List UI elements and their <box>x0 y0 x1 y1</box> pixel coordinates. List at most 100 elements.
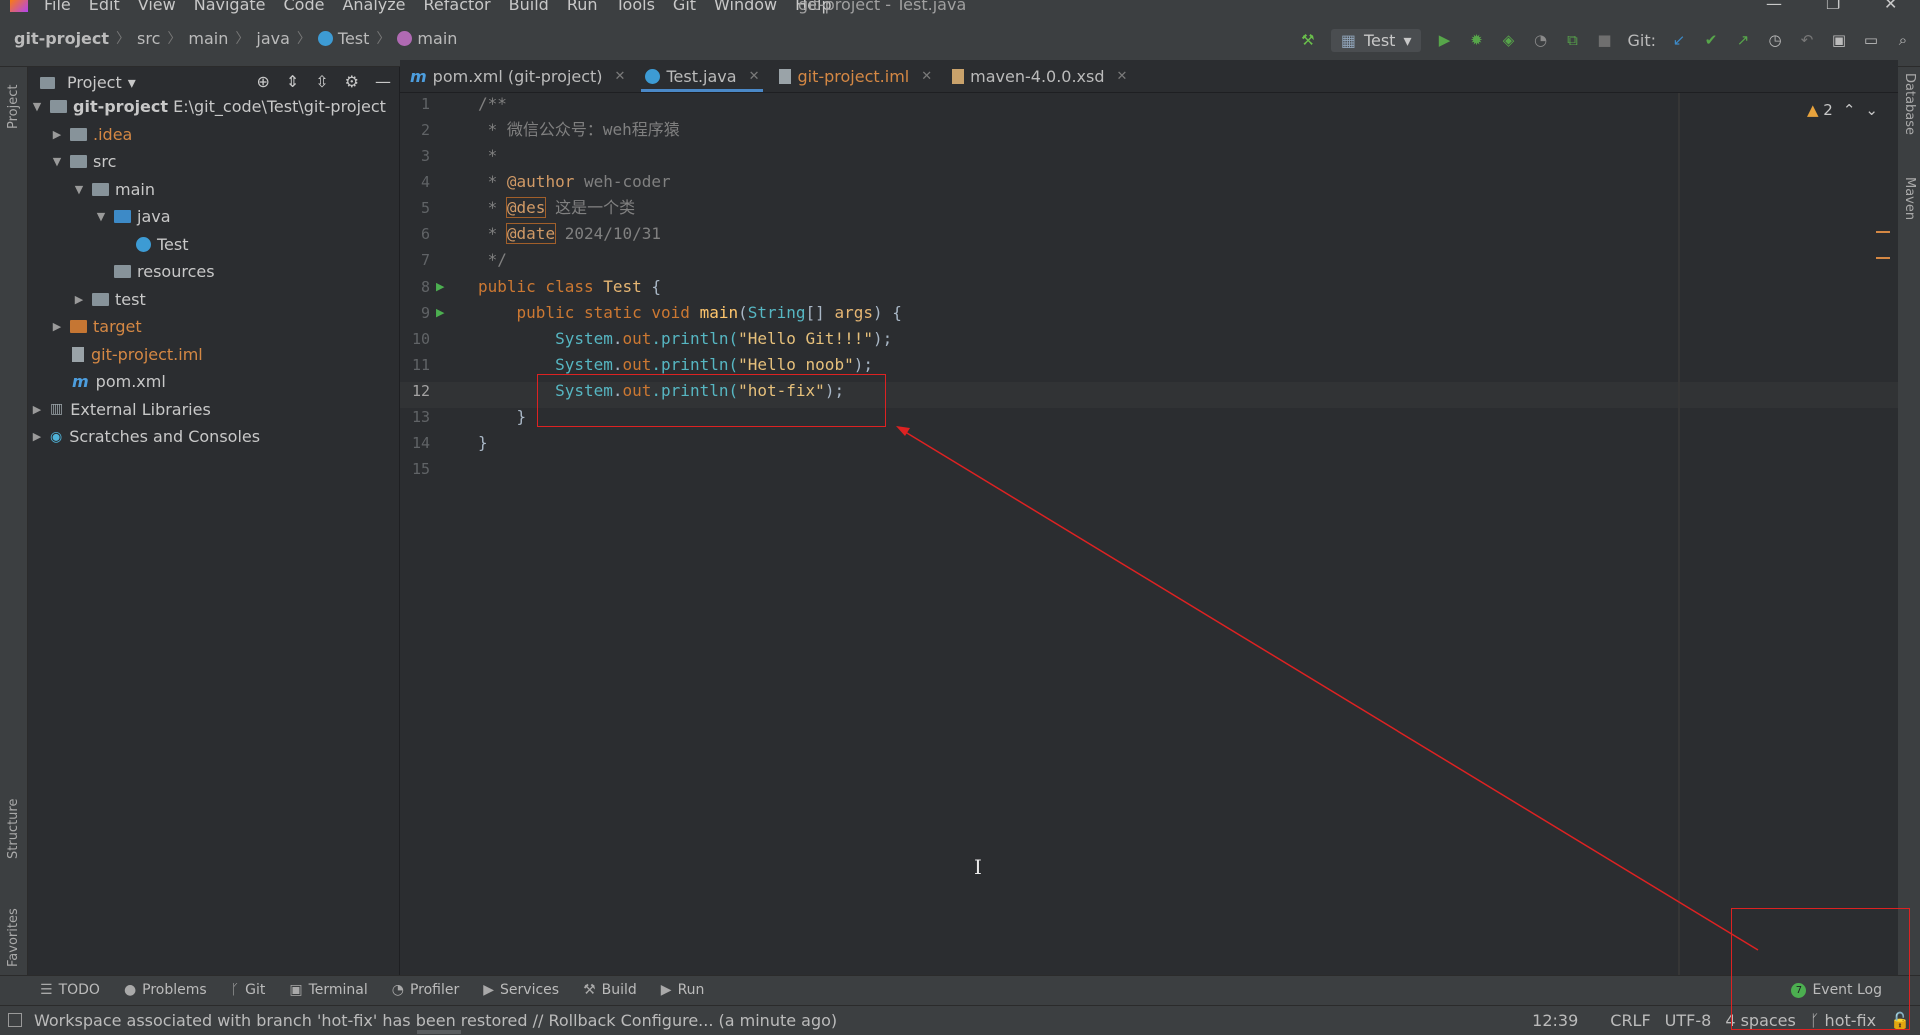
run-icon[interactable]: ▶ <box>1435 31 1453 49</box>
tree-item-iml[interactable]: git-project.iml <box>28 341 399 369</box>
menu-tools[interactable]: Tools <box>616 0 655 14</box>
collapse-all-icon[interactable]: ⇳ <box>315 72 328 91</box>
inspection-widget[interactable]: ▲ 2 ⌃ ⌄ <box>1807 101 1878 119</box>
close-tab-icon[interactable]: ✕ <box>921 69 932 84</box>
build-hammer-icon[interactable]: ⚒ <box>1299 31 1317 49</box>
close-icon[interactable]: ✕ <box>1884 0 1897 13</box>
close-tab-icon[interactable]: ✕ <box>615 69 626 84</box>
menu-analyze[interactable]: Analyze <box>342 0 405 14</box>
tool-profiler[interactable]: ◔ Profiler <box>392 982 460 998</box>
chevron-right-icon[interactable]: ▶ <box>72 293 86 306</box>
tree-item-java[interactable]: ▼ java <box>28 203 399 231</box>
warning-marker[interactable] <box>1876 257 1890 259</box>
rollback-icon[interactable]: ↶ <box>1798 31 1816 49</box>
minimize-icon[interactable]: — <box>1766 0 1782 13</box>
search-icon[interactable]: ⌕ <box>1894 31 1912 49</box>
line-separator[interactable]: CRLF <box>1610 1011 1650 1030</box>
tree-item-target[interactable]: ▶ target <box>28 313 399 341</box>
horizontal-scrollbar[interactable] <box>417 1030 461 1034</box>
breadcrumb-src[interactable]: src <box>137 29 160 48</box>
code-editor[interactable]: 1 2 3 4 5 6 7 8 9 10 11 12 13 14 15 ▶ ▶ … <box>400 93 1898 975</box>
tree-item-test[interactable]: ▶ test <box>28 286 399 314</box>
close-tab-icon[interactable]: ✕ <box>749 69 760 84</box>
chevron-up-icon[interactable]: ⌃ <box>1843 101 1856 119</box>
chevron-right-icon[interactable]: ▶ <box>50 128 64 141</box>
tab-maven-xsd[interactable]: maven-4.0.0.xsd ✕ <box>942 60 1137 92</box>
tool-build[interactable]: ⚒ Build <box>583 982 637 998</box>
debug-icon[interactable]: ✹ <box>1467 31 1485 49</box>
status-message[interactable]: Workspace associated with branch 'hot-fi… <box>34 1011 837 1030</box>
git-history-icon[interactable]: ◷ <box>1766 31 1784 49</box>
git-push-icon[interactable]: ↗ <box>1734 31 1752 49</box>
side-tab-project[interactable]: Project <box>6 67 21 129</box>
tool-terminal[interactable]: ▣ Terminal <box>289 982 367 998</box>
tree-item-src[interactable]: ▼ src <box>28 148 399 176</box>
menu-build[interactable]: Build <box>509 0 549 14</box>
attach-debugger-icon[interactable]: ⧉ <box>1563 31 1581 49</box>
breadcrumb-test[interactable]: Test <box>338 29 370 48</box>
file-encoding[interactable]: UTF-8 <box>1665 1011 1712 1030</box>
run-gutter-icon[interactable]: ▶ <box>436 306 444 319</box>
tree-item-pom[interactable]: m pom.xml <box>28 368 399 396</box>
menu-refactor[interactable]: Refactor <box>424 0 491 14</box>
chevron-right-icon[interactable]: ▶ <box>30 430 44 443</box>
chevron-right-icon[interactable]: ▶ <box>30 403 44 416</box>
tool-run[interactable]: ▶ Run <box>661 982 705 998</box>
menu-edit[interactable]: Edit <box>89 0 120 14</box>
restore-icon[interactable]: ❐ <box>1826 0 1840 13</box>
menu-view[interactable]: View <box>138 0 176 14</box>
run-config-dropdown[interactable]: ▦ Test ▾ <box>1330 28 1422 52</box>
locate-icon[interactable]: ⊕ <box>256 72 269 91</box>
toggle-tool-windows-icon[interactable] <box>8 1013 22 1027</box>
hide-icon[interactable]: — <box>375 72 391 91</box>
side-tab-favorites[interactable]: Favorites <box>6 887 21 967</box>
menu-git[interactable]: Git <box>673 0 696 14</box>
chevron-down-icon[interactable]: ▼ <box>50 155 64 168</box>
caret-position[interactable]: 12:39 <box>1532 1011 1578 1030</box>
tab-pom-xml[interactable]: m pom.xml (git-project) ✕ <box>400 60 635 92</box>
presentation-icon[interactable]: ▭ <box>1862 31 1880 49</box>
chevron-down-icon[interactable]: ▼ <box>30 100 44 113</box>
expand-all-icon[interactable]: ⇕ <box>286 72 299 91</box>
tool-problems[interactable]: ● Problems <box>124 982 207 998</box>
git-commit-icon[interactable]: ✔ <box>1702 31 1720 49</box>
tree-item-idea[interactable]: ▶ .idea <box>28 121 399 149</box>
profiler-icon[interactable]: ◔ <box>1531 31 1549 49</box>
chevron-down-icon[interactable]: ▼ <box>72 183 86 196</box>
tab-test-java[interactable]: Test.java ✕ <box>635 60 770 92</box>
side-tab-structure[interactable]: Structure <box>6 779 21 859</box>
menu-window[interactable]: Window <box>714 0 777 14</box>
chevron-down-icon[interactable]: ⌄ <box>1865 101 1878 119</box>
stop-icon[interactable]: ■ <box>1595 31 1613 49</box>
close-tab-icon[interactable]: ✕ <box>1117 69 1128 84</box>
menu-file[interactable]: File <box>44 0 71 14</box>
chevron-down-icon[interactable]: ▼ <box>94 210 108 223</box>
tree-item-main[interactable]: ▼ main <box>28 176 399 204</box>
git-update-icon[interactable]: ↙ <box>1670 31 1688 49</box>
tool-services[interactable]: ▶ Services <box>483 982 559 998</box>
warning-marker[interactable] <box>1876 231 1890 233</box>
tool-todo[interactable]: ☰ TODO <box>40 982 100 998</box>
breadcrumb-main[interactable]: main <box>188 29 228 48</box>
menu-run[interactable]: Run <box>567 0 598 14</box>
coverage-icon[interactable]: ◈ <box>1499 31 1517 49</box>
side-tab-maven[interactable]: Maven <box>1902 177 1917 220</box>
tree-item-test-class[interactable]: Test <box>28 231 399 259</box>
menu-code[interactable]: Code <box>284 0 325 14</box>
project-view-dropdown[interactable]: Project ▾ <box>40 73 136 92</box>
tree-item-git-project[interactable]: ▼ git-project E:\git_code\Test\git-proje… <box>28 93 399 121</box>
project-structure-icon[interactable]: ▣ <box>1830 31 1848 49</box>
breadcrumb-java[interactable]: java <box>256 29 290 48</box>
tool-git[interactable]: ᚴ Git <box>231 982 266 998</box>
run-gutter-icon[interactable]: ▶ <box>436 280 444 293</box>
tab-iml[interactable]: git-project.iml ✕ <box>769 60 942 92</box>
tree-item-resources[interactable]: resources <box>28 258 399 286</box>
tree-item-scratches[interactable]: ▶ ◉ Scratches and Consoles <box>28 423 399 451</box>
gear-icon[interactable]: ⚙ <box>345 72 359 91</box>
side-tab-database[interactable]: Database <box>1902 73 1917 135</box>
breadcrumb-method[interactable]: main <box>417 29 457 48</box>
chevron-right-icon[interactable]: ▶ <box>50 320 64 333</box>
breadcrumb-project[interactable]: git-project <box>14 29 109 48</box>
menu-navigate[interactable]: Navigate <box>194 0 266 14</box>
tree-item-external-libraries[interactable]: ▶ ▥ External Libraries <box>28 396 399 424</box>
